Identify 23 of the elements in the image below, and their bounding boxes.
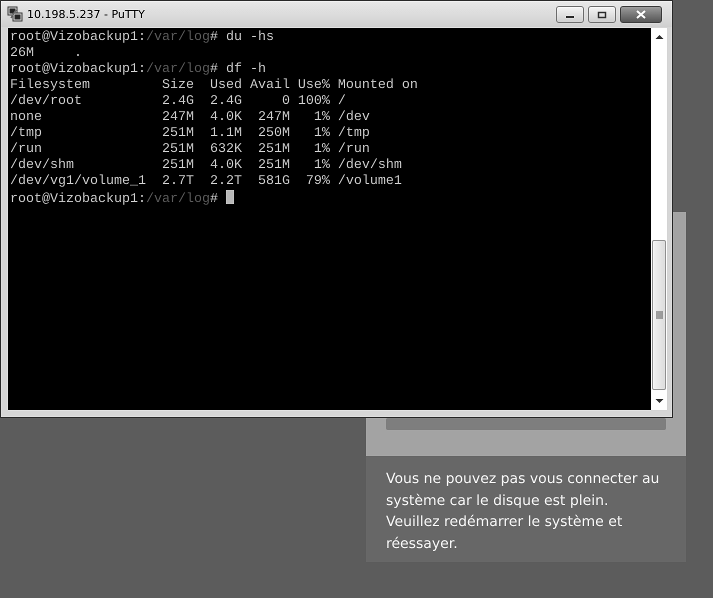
output-line: /dev/shm 251M 4.0K 251M 1% /dev/shm	[10, 158, 402, 174]
prompt-line: root@Vizobackup1:/var/log#	[10, 190, 234, 208]
error-message: Vous ne pouvez pas vous connecter au système car le disque est plein. Veuillez redémarrer le système et réessayer.	[386, 470, 660, 554]
terminal-app-icon	[7, 6, 23, 22]
window-title: 10.198.5.237 - PuTTY	[27, 8, 145, 20]
output-line: /tmp 251M 1.1M 250M 1% /tmp	[10, 126, 370, 142]
scroll-up-icon[interactable]	[654, 34, 664, 40]
output-line: /run 251M 632K 251M 1% /run	[10, 142, 370, 158]
prompt-line: root@Vizobackup1:/var/log# du -hs	[10, 30, 274, 46]
maximize-button[interactable]	[588, 6, 616, 23]
maximize-icon[interactable]	[597, 10, 607, 18]
output-line: /dev/vg1/volume_1 2.7T 2.2T 581G 79% /volume1	[10, 174, 402, 190]
output-line: 26M .	[10, 46, 82, 62]
prompt-line: root@Vizobackup1:/var/log# df -h	[10, 62, 266, 78]
output-line: /dev/root 2.4G 2.4G 0 100% /	[10, 94, 346, 110]
scroll-down-icon[interactable]	[654, 398, 664, 404]
scrollbar[interactable]	[651, 28, 667, 410]
output-line: Filesystem Size Used Avail Use% Mounted on	[10, 78, 418, 94]
close-button[interactable]	[620, 6, 662, 23]
minimize-button[interactable]	[556, 6, 584, 23]
scrollbar-thumb[interactable]	[652, 240, 666, 390]
output-line: none 247M 4.0K 247M 1% /dev	[10, 110, 370, 126]
close-icon[interactable]	[635, 10, 647, 19]
